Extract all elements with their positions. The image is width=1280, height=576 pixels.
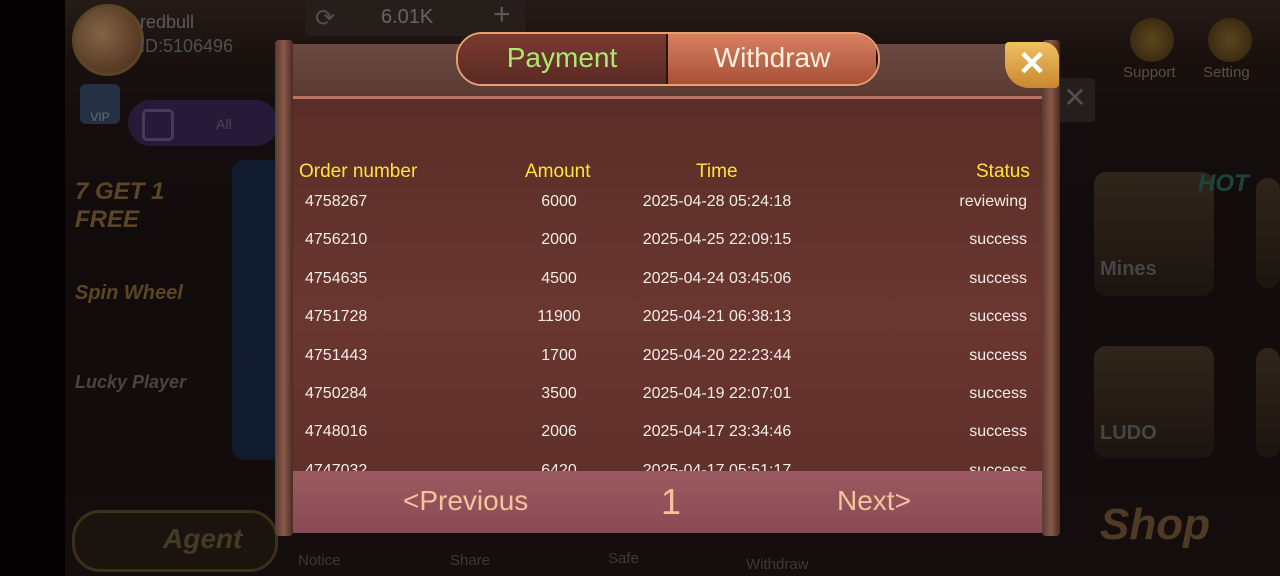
status-cell: reviewing <box>959 193 1027 210</box>
column-header-time: Time <box>696 161 738 182</box>
status-cell: success <box>969 385 1027 402</box>
amount-cell: 2000 <box>541 231 577 249</box>
scroll-rail-left <box>275 40 293 536</box>
order-number-cell: 4754635 <box>305 269 368 287</box>
tab-payment[interactable]: Payment <box>458 34 666 84</box>
close-icon: ✕ <box>1017 45 1047 83</box>
status-cell: success <box>969 308 1027 326</box>
amount-cell: 1700 <box>541 346 577 364</box>
amount-cell: 3500 <box>541 385 577 402</box>
column-header-amount: Amount <box>525 161 591 182</box>
status-cell: success <box>969 231 1027 249</box>
amount-cell: 2006 <box>541 423 577 441</box>
status-cell: success <box>969 269 1027 287</box>
table-row: 4756210 2000 2025-04-25 22:09:15 success <box>293 221 1042 259</box>
tab-bar: Payment Withdraw <box>456 32 880 86</box>
status-cell: success <box>969 346 1027 364</box>
next-page-button[interactable]: Next> <box>837 485 911 517</box>
order-number-cell: 4748016 <box>305 423 368 441</box>
scroll-rail-right <box>1042 40 1060 536</box>
dialog-body: Order number Amount Time Status 4758267 6… <box>293 96 1042 533</box>
amount-cell: 11900 <box>537 308 581 326</box>
time-cell: 2025-04-17 23:34:46 <box>642 423 792 441</box>
order-number-cell: 4758267 <box>305 193 368 210</box>
table-row: 4748016 2006 2025-04-17 23:34:46 success <box>293 413 1042 451</box>
time-cell: 2025-04-25 22:09:15 <box>642 231 792 249</box>
table-row: 4754635 4500 2025-04-24 03:45:06 success <box>293 260 1042 298</box>
order-number-cell: 4756210 <box>305 231 368 249</box>
column-header-order: Order number <box>299 161 418 182</box>
table-row: 4758267 6000 2025-04-28 05:24:18 reviewing <box>293 183 1042 221</box>
previous-page-button[interactable]: <Previous <box>403 485 528 517</box>
withdraw-history-dialog: Order number Amount Time Status 4758267 6… <box>275 32 1060 536</box>
amount-cell: 4500 <box>541 269 577 287</box>
table-row: 4750284 3500 2025-04-19 22:07:01 success <box>293 375 1042 413</box>
tab-withdraw[interactable]: Withdraw <box>668 34 876 84</box>
column-header-status: Status <box>976 161 1030 182</box>
time-cell: 2025-04-21 06:38:13 <box>642 308 792 326</box>
page-number: 1 <box>661 481 682 522</box>
time-cell: 2025-04-28 05:24:18 <box>642 193 792 210</box>
close-button[interactable]: ✕ <box>1005 42 1059 88</box>
status-cell: success <box>969 423 1027 441</box>
table-row: 4751728 11900 2025-04-21 06:38:13 success <box>293 298 1042 336</box>
time-cell: 2025-04-20 22:23:44 <box>642 346 792 364</box>
order-number-cell: 4751728 <box>305 308 368 326</box>
time-cell: 2025-04-24 03:45:06 <box>642 269 792 287</box>
time-cell: 2025-04-19 22:07:01 <box>642 385 792 402</box>
order-number-cell: 4751443 <box>305 346 368 364</box>
order-number-cell: 4750284 <box>305 385 368 402</box>
table-row: 4751443 1700 2025-04-20 22:23:44 success <box>293 337 1042 375</box>
amount-cell: 6000 <box>541 193 577 210</box>
